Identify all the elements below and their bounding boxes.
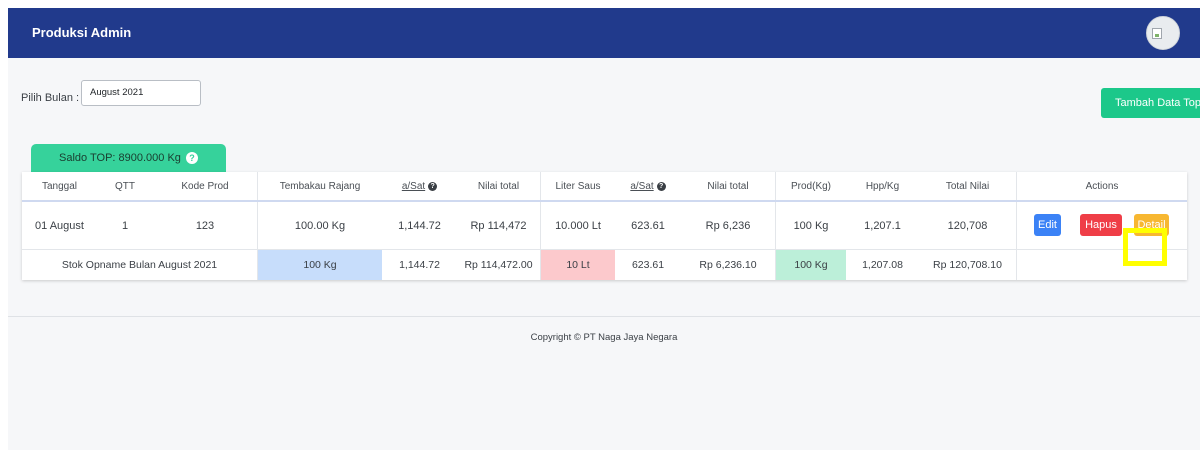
cell-a-sat-2: 623.61 xyxy=(631,219,665,232)
sum-tembakau-rajang: 100 Kg xyxy=(258,250,382,280)
saldo-label: Saldo TOP: 8900.000 Kg xyxy=(59,152,181,164)
cell-nilai-total-1: Rp 114,472 xyxy=(457,202,541,249)
header-actions: Actions xyxy=(1085,180,1119,192)
broken-image-icon xyxy=(1152,28,1162,39)
add-data-button[interactable]: Tambah Data Top xyxy=(1101,88,1200,118)
cell-stok-opname-label: Stok Opname Bulan August 2021 xyxy=(22,250,258,280)
header-liter-saus: Liter Saus xyxy=(555,180,601,192)
stock-opname-row: Stok Opname Bulan August 2021 100 Kg 1,1… xyxy=(22,250,1187,280)
user-avatar[interactable] xyxy=(1146,16,1180,50)
table-header-row: Tanggal QTT Kode Prod Tembakau Rajang a/… xyxy=(22,172,1187,202)
sum-nilai-total-1: Rp 114,472.00 xyxy=(457,250,541,280)
question-circle-icon[interactable]: ? xyxy=(428,181,438,191)
app-frame: Produksi Admin Pilih Bulan : August 2021… xyxy=(8,8,1200,450)
sum-hpp-kg: 1,207.08 xyxy=(862,259,903,271)
month-picker-input[interactable]: August 2021 xyxy=(81,80,201,106)
header-qtt: QTT xyxy=(115,180,135,192)
question-circle-icon[interactable]: ? xyxy=(185,152,198,165)
table-row: 01 August 1 123 100.00 Kg 1,144.72 Rp 11… xyxy=(22,202,1187,266)
header-total-nilai: Total Nilai xyxy=(919,172,1017,200)
sum-a-sat-2: 623.61 xyxy=(631,259,665,271)
a-sat-1-label[interactable]: a/Sat xyxy=(402,181,425,192)
cell-prod-kg: 100 Kg xyxy=(793,219,829,232)
header-kode-prod: Kode Prod xyxy=(153,172,258,200)
header-nilai-total-1: Nilai total xyxy=(457,172,541,200)
copyright-text: Copyright © PT Naga Jaya Negara xyxy=(530,332,678,343)
cell-tembakau-rajang: 100.00 Kg xyxy=(294,219,346,232)
sum-total-nilai: Rp 120,708.10 xyxy=(919,250,1017,280)
question-circle-icon[interactable]: ? xyxy=(656,181,666,191)
cell-a-sat-1: 1,144.72 xyxy=(398,219,441,232)
top-navbar: Produksi Admin xyxy=(8,8,1200,58)
sum-prod-kg: 100 Kg xyxy=(776,250,846,280)
header-hpp-kg: Hpp/Kg xyxy=(865,180,900,192)
sum-liter-saus: 10 Lt xyxy=(541,250,615,280)
a-sat-2-label[interactable]: a/Sat xyxy=(630,181,653,192)
header-a-sat-2[interactable]: a/Sat ? xyxy=(615,172,681,200)
sum-a-sat-1: 1,144.72 xyxy=(399,259,440,271)
edit-button[interactable]: Edit xyxy=(1034,214,1061,236)
cell-nilai-total-2: Rp 6,236 xyxy=(681,202,776,249)
cell-liter-saus: 10.000 Lt xyxy=(555,219,601,232)
cell-total-nilai: 120,708 xyxy=(919,202,1017,249)
delete-button[interactable]: Hapus xyxy=(1080,214,1122,236)
cell-kode-prod: 123 xyxy=(153,202,258,249)
header-a-sat-1[interactable]: a/Sat ? xyxy=(382,172,457,200)
production-table: Tanggal QTT Kode Prod Tembakau Rajang a/… xyxy=(22,172,1187,280)
footer-divider xyxy=(8,316,1200,317)
cell-qtt: 1 xyxy=(121,219,129,232)
saldo-top-badge: Saldo TOP: 8900.000 Kg ? xyxy=(31,144,226,172)
header-nilai-total-2: Nilai total xyxy=(681,172,776,200)
cell-tanggal: 01 August xyxy=(35,219,84,232)
header-prod-kg: Prod(Kg) xyxy=(790,180,831,192)
header-tembakau-rajang: Tembakau Rajang xyxy=(279,180,361,192)
sum-nilai-total-2: Rp 6,236.10 xyxy=(681,250,776,280)
cell-hpp-kg: 1,207.1 xyxy=(864,219,901,232)
brand-title[interactable]: Produksi Admin xyxy=(32,25,131,40)
header-tanggal: Tanggal xyxy=(41,180,78,192)
month-filter-label: Pilih Bulan : xyxy=(21,92,80,104)
